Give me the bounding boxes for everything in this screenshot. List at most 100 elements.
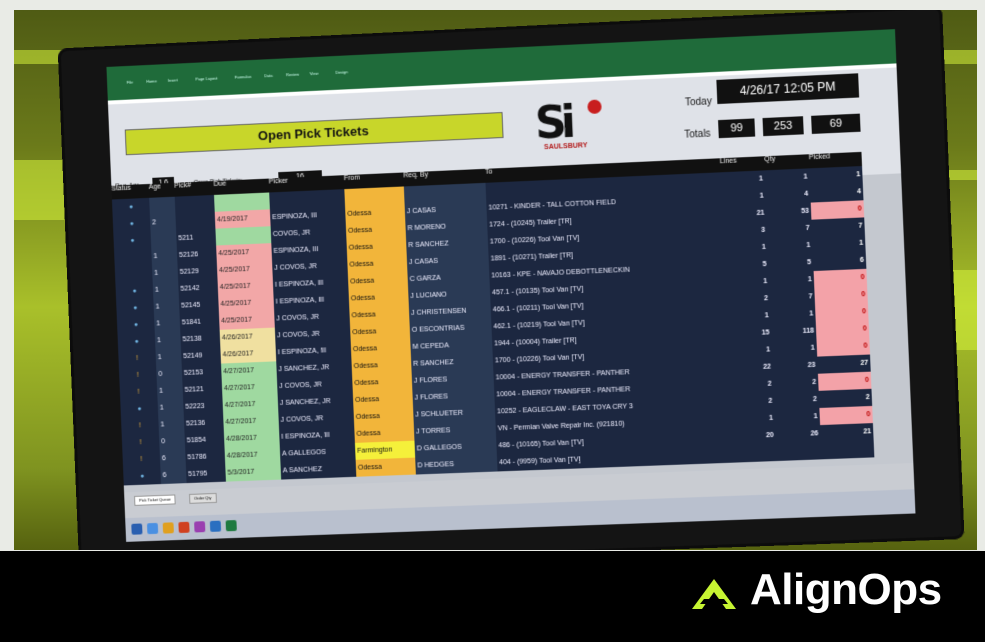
brand-footer: AlignOps: [0, 551, 985, 642]
cell-age: 0: [158, 432, 186, 451]
cell-qty: 4: [765, 185, 811, 205]
start-icon[interactable]: [131, 523, 143, 535]
cell-lines: 3: [722, 221, 768, 241]
cell-picked: 0: [816, 337, 871, 357]
sheet-tab-order-qty[interactable]: Order Qty: [189, 492, 217, 504]
cell-picked: 0: [819, 405, 873, 426]
cell-pick: [175, 211, 216, 231]
cell-pick: 51795: [185, 464, 226, 484]
cell-pick: 5211: [176, 228, 217, 248]
cell-status: ●: [115, 282, 154, 301]
cell-due: 5/3/2017: [225, 462, 282, 482]
cell-status: !: [121, 416, 159, 435]
cell-age: 2: [149, 213, 177, 232]
cell-lines: 1: [726, 307, 772, 327]
cell-pick: 52136: [183, 414, 224, 433]
cell-due: 4/28/2017: [224, 445, 281, 465]
outlook-icon[interactable]: [209, 520, 222, 532]
cell-pick: [174, 194, 215, 214]
cell-status: !: [118, 366, 157, 385]
cell-status: !: [119, 383, 158, 402]
cell-lines: 2: [725, 290, 771, 309]
cell-qty: 1: [771, 339, 818, 359]
excel-icon[interactable]: [225, 520, 237, 532]
cell-status: [114, 248, 152, 267]
cell-picked: [820, 440, 875, 460]
cell-status: !: [122, 450, 161, 469]
cell-picked: 0: [814, 285, 868, 306]
cell-pick: 52142: [178, 279, 219, 298]
photo-background: File Home Insert Page Layout Formulas Data R…: [14, 10, 977, 550]
cell-lines: 1: [720, 187, 767, 207]
today-label: Today: [684, 96, 713, 109]
total-lines: 99: [718, 118, 756, 139]
cell-pick: 51854: [184, 431, 225, 450]
cell-picker: A SANCHEZ: [280, 459, 357, 480]
total-qty: 253: [762, 116, 804, 137]
cell-pick: 52153: [181, 363, 222, 383]
cell-age: 1: [151, 247, 178, 266]
cell-qty: [776, 442, 822, 462]
cell-qty: 1: [770, 305, 816, 325]
cell-status: ●: [116, 315, 155, 335]
cell-lines: 2: [729, 392, 775, 412]
cell-qty: 23: [772, 356, 818, 376]
cell-qty: 26: [775, 425, 821, 444]
total-picked: 69: [811, 113, 861, 134]
header-age: Age: [148, 182, 175, 198]
ie-icon[interactable]: [146, 522, 159, 535]
cell-status: !: [121, 433, 160, 452]
cell-pick: 52223: [183, 397, 224, 416]
cell-age: 1: [158, 415, 185, 434]
cell-status: ●: [123, 467, 162, 486]
cell-qty: 7: [769, 288, 816, 308]
cell-qty: 2: [773, 373, 819, 393]
sheet-tab-pick-ticket-queue[interactable]: Pick Ticket Queue: [134, 494, 176, 506]
cell-lines: 1: [724, 272, 770, 292]
cell-status: ●: [113, 231, 152, 250]
cell-age: 1: [156, 382, 184, 400]
folder-icon[interactable]: [162, 522, 174, 534]
cell-picked: 0: [815, 320, 870, 340]
cell-lines: 1: [727, 341, 773, 361]
cell-due: 4/28/2017: [223, 428, 280, 448]
cell-status: ●: [112, 214, 151, 234]
cell-age: 1: [157, 398, 184, 417]
cell-lines: 22: [728, 358, 774, 378]
cell-qty: 118: [771, 322, 817, 342]
cell-age: 1: [151, 264, 179, 283]
cell-pick: 51841: [179, 312, 220, 332]
cell-status: [114, 265, 153, 284]
cell-qty: 2: [774, 390, 820, 410]
cell-pick: 51786: [185, 447, 226, 467]
cell-qty: 1: [767, 236, 813, 256]
cell-from: Odessa: [355, 457, 416, 477]
cell-qty: 5: [768, 253, 814, 273]
cell-lines: 20: [731, 426, 777, 446]
cell-picked: 27: [817, 354, 871, 374]
cell-lines: 1: [730, 409, 776, 429]
cell-due: 4/27/2017: [223, 412, 280, 432]
cell-pick: 52126: [176, 245, 217, 265]
tv-monitor: File Home Insert Page Layout Formulas Data R…: [60, 10, 962, 550]
cell-picked: 2: [818, 388, 873, 408]
alignops-logo-icon: [692, 579, 736, 609]
cell-age: 1: [155, 348, 182, 367]
cell-age: 6: [160, 466, 187, 485]
cell-age: [150, 230, 177, 249]
onenote-icon[interactable]: [194, 521, 206, 533]
cell-lines: 15: [726, 324, 772, 344]
cell-picked: 0: [815, 303, 869, 323]
windows-taskbar: [125, 489, 916, 542]
cell-age: 1: [153, 297, 180, 316]
cell-age: 0: [156, 365, 183, 384]
chrome-icon[interactable]: [178, 521, 190, 534]
cell-status: !: [118, 349, 157, 368]
cell-lines: 21: [721, 204, 767, 224]
brand-name: AlignOps: [750, 565, 942, 614]
cell-status: ●: [120, 399, 159, 419]
cell-req: D HEDGES: [415, 454, 498, 475]
cell-age: 1: [154, 331, 181, 350]
cell-status: ●: [111, 197, 150, 217]
cell-picked: 21: [820, 423, 874, 443]
